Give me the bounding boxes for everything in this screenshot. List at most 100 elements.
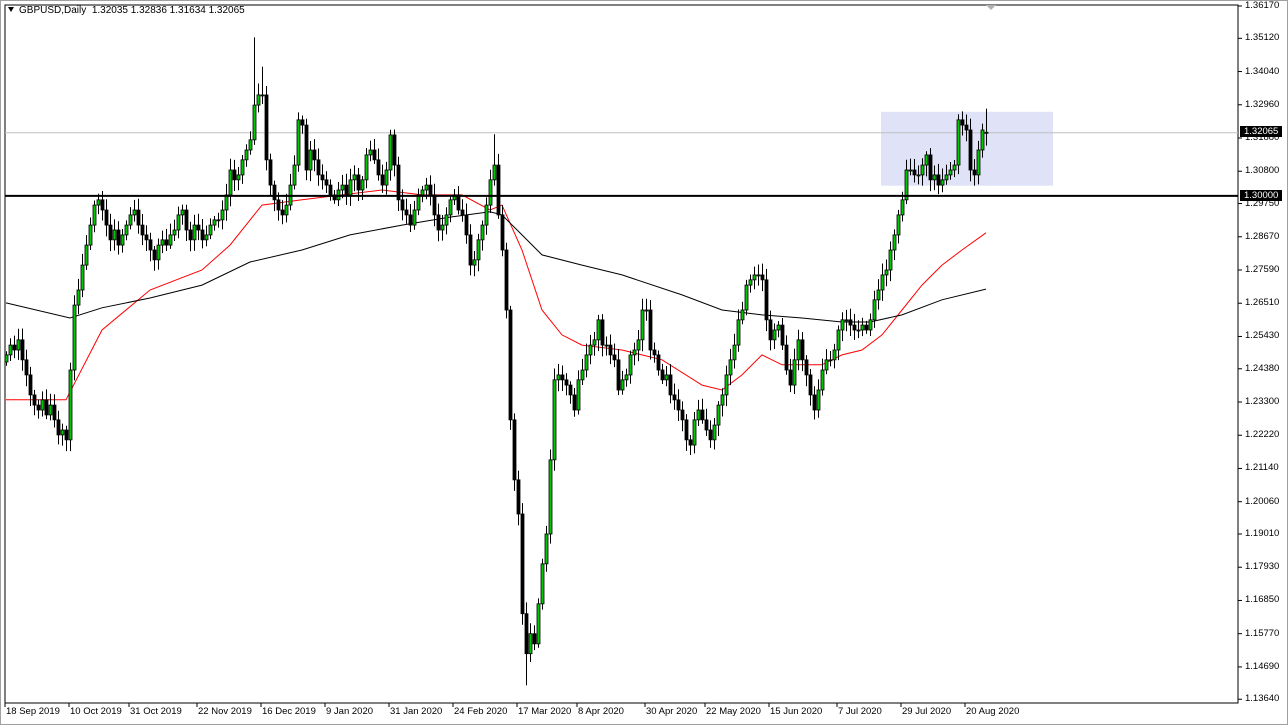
- candle-bear: [44, 399, 49, 416]
- candle-bear: [616, 359, 621, 391]
- candle-bear: [164, 239, 169, 246]
- price-tick-label: 1.14690: [1245, 660, 1280, 672]
- candle-bull: [624, 374, 629, 381]
- candle-bull: [772, 329, 777, 341]
- candle-bull: [208, 224, 213, 236]
- candle-bull: [948, 169, 953, 176]
- candle-bear: [804, 359, 809, 376]
- candle-bull: [868, 319, 873, 331]
- candle-bull: [424, 184, 429, 191]
- candle-bull: [592, 339, 597, 346]
- candle-bull: [448, 199, 453, 216]
- candle-bull: [236, 174, 241, 181]
- candle-bull: [492, 164, 497, 181]
- candle-bear: [784, 344, 789, 371]
- date-tick-label: 29 Jul 2020: [902, 706, 952, 717]
- candle-bull: [984, 131, 989, 134]
- candle-bull: [216, 219, 221, 222]
- price-tick-label: 1.17930: [1245, 561, 1280, 573]
- candle-bull: [908, 169, 913, 172]
- candle-bull: [252, 104, 257, 141]
- candle-bear: [648, 309, 653, 351]
- candle-bull: [792, 359, 797, 386]
- candle-bear: [568, 384, 573, 396]
- candle-bull: [204, 234, 209, 241]
- candle-bear: [800, 339, 805, 361]
- candle-bear: [104, 209, 109, 226]
- candle-bull: [576, 379, 581, 411]
- candle-bear: [852, 324, 857, 331]
- candle-bear: [324, 179, 329, 186]
- candle-bull: [976, 149, 981, 176]
- candle-bull: [940, 179, 945, 186]
- date-tick-label: 10 Oct 2019: [70, 706, 122, 717]
- support-price-label: 1.30000: [1240, 189, 1283, 201]
- candle-bear: [684, 419, 689, 441]
- candle-bear: [808, 374, 813, 396]
- candle-bear: [392, 134, 397, 166]
- candle-bull: [292, 164, 297, 186]
- candle-bull: [776, 324, 781, 331]
- candle-bear: [400, 199, 405, 211]
- candle-bull: [420, 189, 425, 196]
- candle-bear: [768, 319, 773, 341]
- candle-bull: [604, 344, 609, 347]
- candle-bear: [272, 184, 277, 201]
- candle-bull: [880, 274, 885, 291]
- candle-bear: [764, 279, 769, 321]
- candle-bull: [816, 389, 821, 411]
- candle-bull: [540, 563, 545, 605]
- candle-bull: [840, 319, 845, 331]
- candle-bull: [476, 239, 481, 261]
- candle-bear: [700, 409, 705, 421]
- candle-bull: [832, 349, 837, 361]
- candle-bear: [512, 419, 517, 481]
- candle-bear: [560, 374, 565, 381]
- candle-bear: [660, 369, 665, 381]
- candle-bull: [888, 249, 893, 271]
- candle-bull: [444, 214, 449, 226]
- price-chart[interactable]: [0, 0, 1288, 725]
- candle-bull: [4, 354, 9, 363]
- candle-bull: [664, 374, 669, 381]
- candle-bear: [500, 214, 505, 251]
- candle-bull: [212, 219, 217, 226]
- candle-bear: [656, 354, 661, 371]
- candle-bull: [484, 204, 489, 226]
- date-tick-label: 7 Jul 2020: [838, 706, 882, 717]
- candle-bear: [32, 394, 37, 406]
- candle-bull: [884, 269, 889, 276]
- price-tick-label: 1.13640: [1245, 693, 1280, 705]
- candle-bull: [632, 349, 637, 356]
- candle-bear: [28, 374, 33, 396]
- candle-bear: [144, 234, 149, 241]
- candle-bear: [972, 169, 977, 176]
- candle-bear: [812, 394, 817, 411]
- candle-bull: [112, 229, 117, 241]
- chart-header: GBPUSD,Daily 1.32035 1.32836 1.31634 1.3…: [8, 5, 245, 16]
- candle-bull: [596, 319, 601, 341]
- candle-bear: [300, 119, 305, 126]
- candle-bull: [892, 234, 897, 251]
- price-tick-label: 1.30800: [1245, 165, 1280, 177]
- candle-bear: [508, 309, 513, 421]
- candle-bull: [896, 214, 901, 236]
- date-tick-label: 17 Mar 2020: [518, 706, 572, 717]
- candle-bull: [876, 289, 881, 301]
- candle-bull: [692, 419, 697, 446]
- candle-bull: [824, 359, 829, 371]
- candle-bull: [256, 94, 261, 106]
- price-tick-label: 1.20060: [1245, 495, 1280, 507]
- candle-bear: [676, 399, 681, 411]
- candle-bear: [20, 339, 25, 361]
- candle-bear: [200, 229, 205, 241]
- candle-bear: [152, 249, 157, 261]
- dropdown-triangle-icon[interactable]: [8, 7, 14, 12]
- candle-bear: [468, 234, 473, 266]
- candle-bull: [48, 404, 53, 416]
- candle-bull: [900, 199, 905, 216]
- date-tick-label: 16 Dec 2019: [262, 706, 316, 717]
- price-tick-label: 1.19010: [1245, 528, 1280, 539]
- candle-bear: [344, 184, 349, 196]
- price-tick-label: 1.21140: [1245, 462, 1279, 474]
